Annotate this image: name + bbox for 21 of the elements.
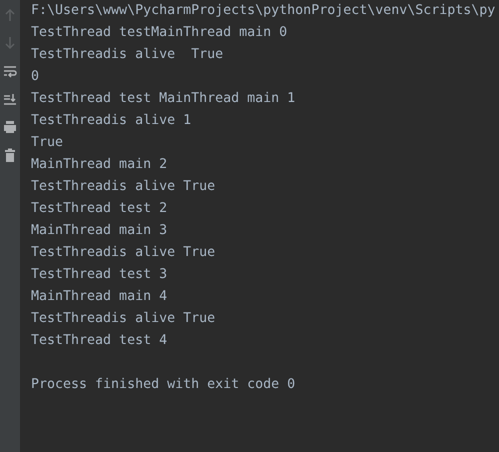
console-output-line: True bbox=[31, 134, 64, 152]
console-output-line: TestThreadis alive True bbox=[31, 46, 224, 64]
exit-message: Process finished with exit code 0 bbox=[31, 376, 296, 394]
console-output-line: MainThread main 2 bbox=[31, 156, 168, 174]
console-output-line: TestThreadis alive True bbox=[31, 310, 216, 328]
console-output-line: MainThread main 3 bbox=[31, 222, 168, 240]
console-output-line: TestThread test 3 bbox=[31, 266, 168, 284]
console-output-line: 0 bbox=[31, 68, 40, 86]
console-output-line: TestThread test MainThread main 1 bbox=[31, 90, 296, 108]
console-output-line: TestThreadis alive True bbox=[31, 178, 216, 196]
console-output-line: TestThread test 4 bbox=[31, 332, 168, 350]
scroll-to-end-icon[interactable] bbox=[3, 92, 17, 106]
console-output-line: TestThreadis alive 1 bbox=[31, 112, 192, 130]
trash-icon[interactable] bbox=[3, 148, 17, 162]
console-output-line: TestThread test 2 bbox=[31, 200, 168, 218]
console-output-line: F:\Users\www\PycharmProjects\pythonProject\venv\Scripts\py bbox=[31, 2, 496, 20]
soft-wrap-icon[interactable] bbox=[3, 64, 17, 78]
console-output-line: MainThread main 4 bbox=[31, 288, 168, 306]
console-output-line: TestThread testMainThread main 0 bbox=[31, 24, 288, 42]
console-output-line: TestThreadis alive True bbox=[31, 244, 216, 262]
printer-icon[interactable] bbox=[3, 120, 17, 134]
